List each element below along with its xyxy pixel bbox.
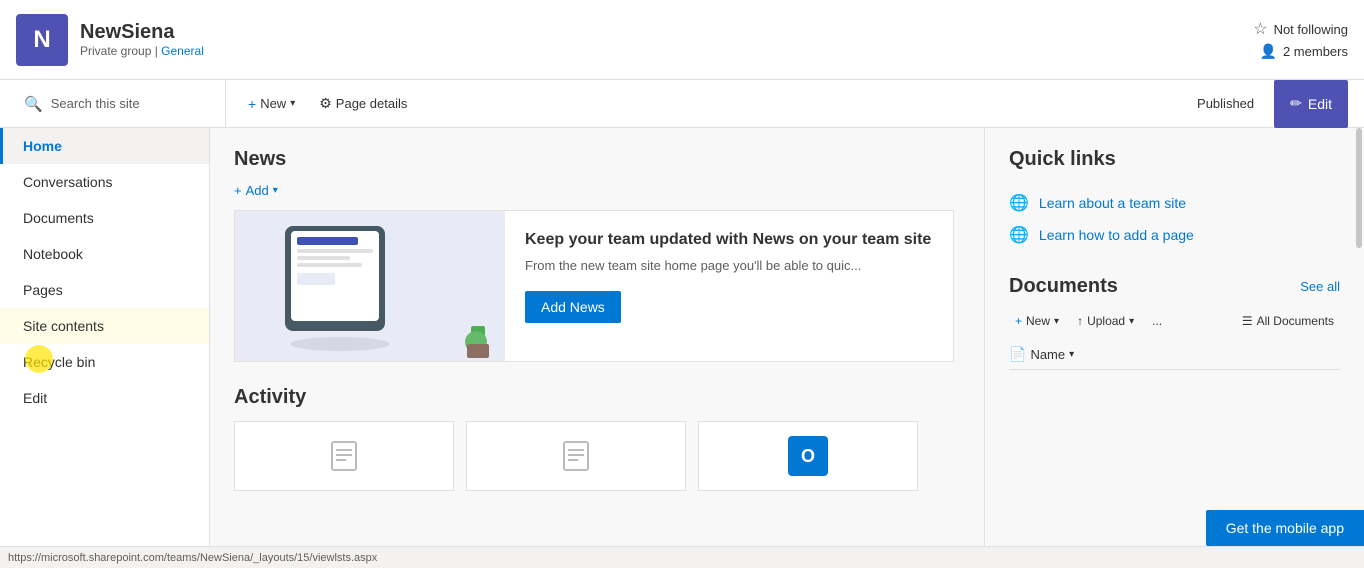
- sidebar: Home Conversations Documents Notebook Pa…: [0, 128, 210, 568]
- chevron-down-icon: ▾: [290, 98, 295, 109]
- doc-new-button[interactable]: + New ▾: [1009, 310, 1065, 332]
- news-section: News + Add ▾: [234, 148, 960, 362]
- news-card: Keep your team updated with News on your…: [234, 210, 954, 362]
- news-image: [235, 211, 505, 361]
- site-identity: N NewSiena Private group | General: [16, 14, 204, 66]
- globe-icon-1: 🌐: [1009, 193, 1029, 213]
- scrollbar[interactable]: [1356, 128, 1362, 248]
- chevron-down-icon: ▾: [1054, 316, 1059, 327]
- outlook-icon: O: [788, 436, 828, 476]
- add-news-inline-button[interactable]: + Add ▾: [234, 183, 278, 198]
- right-panel: Quick links 🌐 Learn about a team site 🌐 …: [984, 128, 1364, 568]
- doc-more-button[interactable]: ...: [1146, 310, 1168, 332]
- plus-icon: +: [234, 183, 242, 198]
- published-label: Published: [1185, 92, 1266, 115]
- site-logo: N: [16, 14, 68, 66]
- quick-links-title: Quick links: [1009, 148, 1340, 171]
- globe-icon-2: 🌐: [1009, 225, 1029, 245]
- members-button[interactable]: 👤 2 members: [1260, 43, 1348, 60]
- plus-icon: +: [1015, 314, 1022, 328]
- quick-link-2[interactable]: 🌐 Learn how to add a page: [1009, 219, 1340, 251]
- toolbar: 🔍 Search this site + New ▾ ⚙ Page detail…: [0, 80, 1364, 128]
- news-title: News: [234, 148, 960, 171]
- chevron-down-icon: ▾: [273, 185, 278, 196]
- sidebar-item-site-contents[interactable]: Site contents: [0, 308, 209, 344]
- sort-icon: ▾: [1069, 349, 1074, 360]
- sidebar-item-edit[interactable]: Edit: [0, 380, 209, 416]
- sidebar-item-recycle-bin[interactable]: Recycle bin: [0, 344, 209, 380]
- sidebar-item-notebook[interactable]: Notebook: [0, 236, 209, 272]
- add-news-button[interactable]: Add News: [525, 291, 621, 323]
- sidebar-item-documents[interactable]: Documents: [0, 200, 209, 236]
- search-area[interactable]: 🔍 Search this site: [16, 80, 226, 127]
- gear-icon: ⚙: [319, 95, 332, 112]
- quick-links-section: Quick links 🌐 Learn about a team site 🌐 …: [1009, 148, 1340, 251]
- documents-header: Documents See all: [1009, 275, 1340, 298]
- doc-toolbar: + New ▾ ↑ Upload ▾ ... ☰ All Documents: [1009, 310, 1340, 332]
- doc-icon: 📄: [1009, 346, 1026, 363]
- activity-title: Activity: [234, 386, 960, 409]
- doc-name-header: 📄 Name ▾: [1009, 340, 1340, 370]
- list-icon: ☰: [1242, 314, 1253, 328]
- follow-button[interactable]: ☆ Not following: [1253, 19, 1348, 39]
- activity-card-1: [234, 421, 454, 491]
- all-documents-button[interactable]: ☰ All Documents: [1236, 310, 1340, 332]
- person-icon: 👤: [1260, 43, 1277, 60]
- main-layout: Home Conversations Documents Notebook Pa…: [0, 128, 1364, 568]
- news-card-description: From the new team site home page you'll …: [525, 257, 931, 275]
- sidebar-item-home[interactable]: Home: [0, 128, 209, 164]
- edit-icon: ✏: [1290, 95, 1302, 112]
- activity-card-2: [466, 421, 686, 491]
- doc-upload-button[interactable]: ↑ Upload ▾: [1071, 310, 1140, 332]
- site-info: NewSiena Private group | General: [80, 21, 204, 58]
- star-icon: ☆: [1253, 19, 1267, 39]
- news-content: Keep your team updated with News on your…: [505, 211, 951, 361]
- upload-icon: ↑: [1077, 314, 1083, 328]
- edit-button[interactable]: ✏ Edit: [1274, 80, 1348, 128]
- news-card-title: Keep your team updated with News on your…: [525, 231, 931, 249]
- general-link[interactable]: General: [161, 44, 204, 58]
- sidebar-item-conversations[interactable]: Conversations: [0, 164, 209, 200]
- status-bar: https://microsoft.sharepoint.com/teams/N…: [0, 546, 1364, 568]
- search-icon: 🔍: [24, 95, 43, 113]
- mobile-app-banner[interactable]: Get the mobile app: [1206, 510, 1364, 546]
- site-meta: Private group | General: [80, 44, 204, 58]
- content-area: News + Add ▾: [210, 128, 984, 568]
- new-button[interactable]: + New ▾: [238, 90, 305, 118]
- toolbar-right: Published ✏ Edit: [1185, 80, 1348, 128]
- toolbar-actions: + New ▾ ⚙ Page details: [226, 89, 1185, 118]
- quick-link-1[interactable]: 🌐 Learn about a team site: [1009, 187, 1340, 219]
- plus-icon: +: [248, 96, 256, 112]
- header-right: ☆ Not following 👤 2 members: [1253, 19, 1348, 60]
- documents-title: Documents: [1009, 275, 1118, 298]
- activity-cards: O: [234, 421, 960, 491]
- page-details-button[interactable]: ⚙ Page details: [309, 89, 417, 118]
- top-header: N NewSiena Private group | General ☆ Not…: [0, 0, 1364, 80]
- documents-section: Documents See all + New ▾ ↑ Upload ▾: [1009, 275, 1340, 370]
- see-all-link[interactable]: See all: [1300, 279, 1340, 294]
- activity-card-3: O: [698, 421, 918, 491]
- activity-section: Activity: [234, 386, 960, 491]
- search-text: Search this site: [51, 96, 140, 111]
- sidebar-item-pages[interactable]: Pages: [0, 272, 209, 308]
- chevron-down-icon: ▾: [1129, 316, 1134, 327]
- site-name: NewSiena: [80, 21, 204, 44]
